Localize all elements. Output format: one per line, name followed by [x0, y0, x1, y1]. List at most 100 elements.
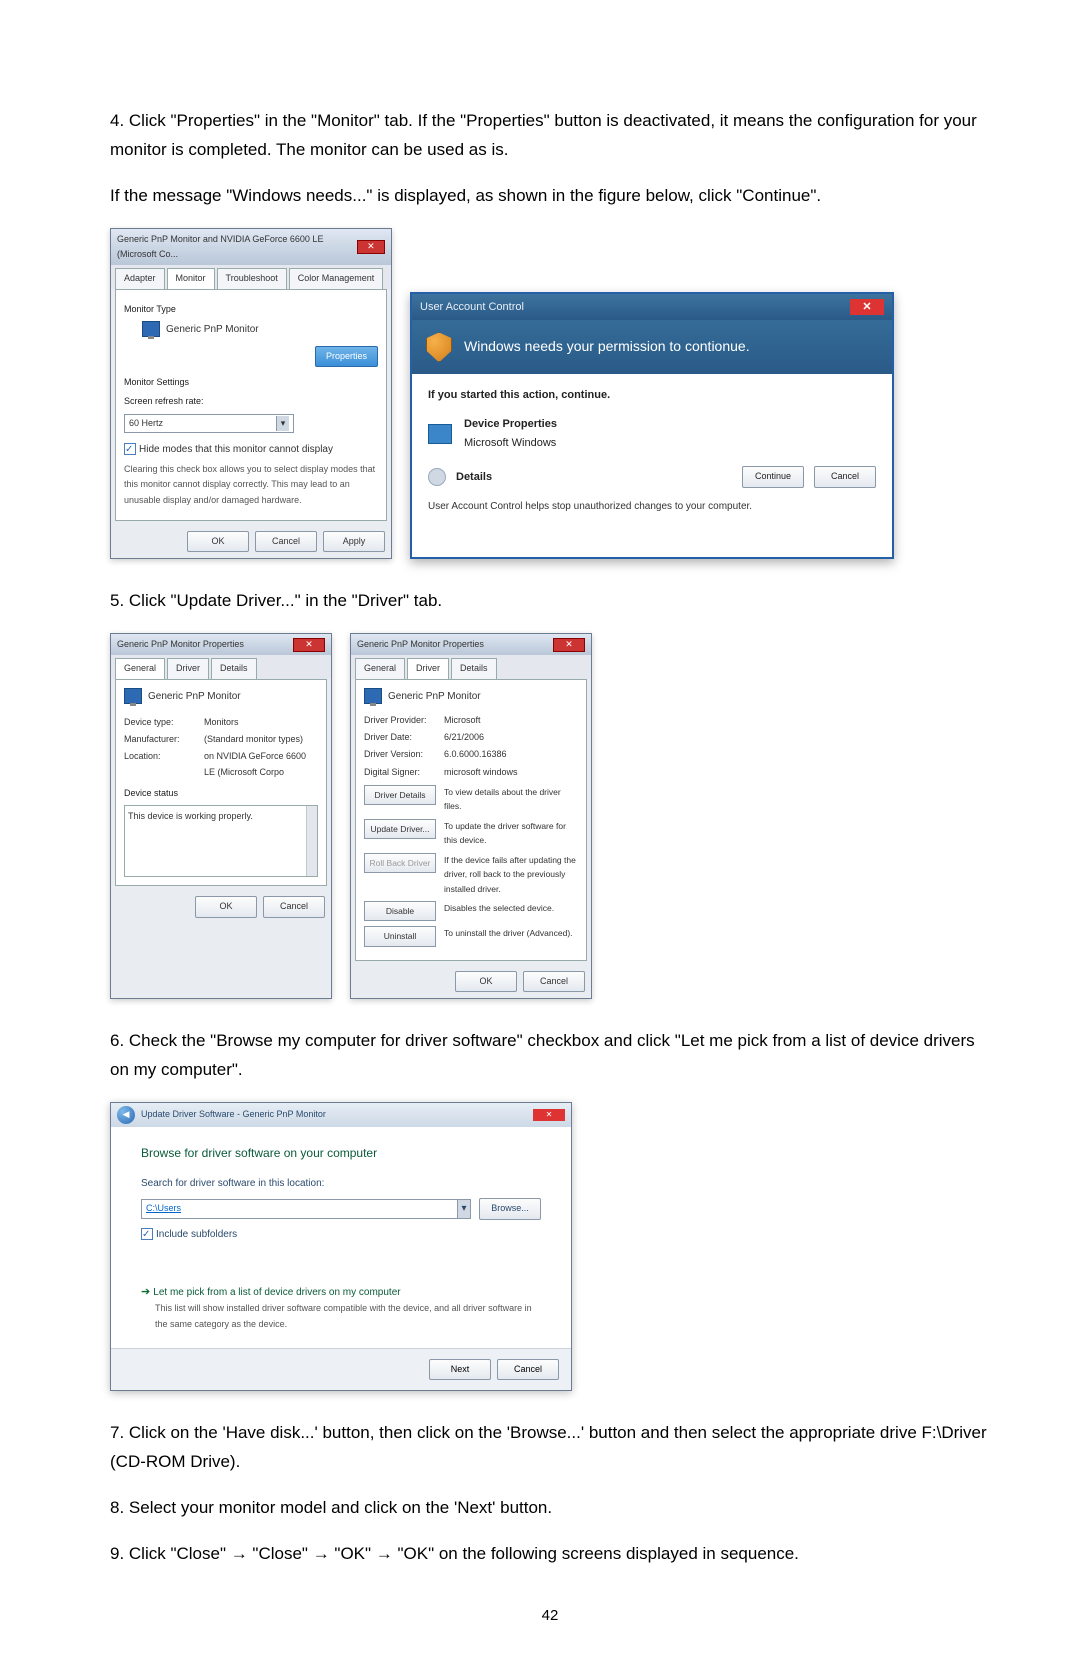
rollback-driver-button: Roll Back Driver	[364, 853, 436, 873]
details-chevron-icon[interactable]	[428, 468, 446, 486]
hide-modes-desc: Clearing this check box allows you to se…	[124, 462, 378, 508]
driver-provider-value: Microsoft	[444, 713, 481, 728]
window-title: Generic PnP Monitor Properties	[357, 637, 484, 652]
dialog-footer: OK Cancel	[111, 890, 331, 923]
properties-driver-dialog: Generic PnP Monitor Properties ✕ General…	[350, 633, 592, 999]
refresh-rate-label: Screen refresh rate:	[124, 394, 378, 409]
driver-details-desc: To view details about the driver files.	[444, 785, 578, 814]
apply-button[interactable]: Apply	[323, 531, 385, 552]
close-icon[interactable]: ✕	[533, 1109, 565, 1121]
back-icon[interactable]: ◀	[117, 1106, 135, 1124]
digital-signer-label: Digital Signer:	[364, 765, 434, 780]
device-status-box: This device is working properly.	[124, 805, 318, 877]
uac-title: User Account Control	[420, 298, 524, 317]
refresh-rate-dropdown[interactable]: 60 Hertz ▾	[124, 414, 294, 433]
cancel-button[interactable]: Cancel	[255, 531, 317, 552]
driver-details-button[interactable]: Driver Details	[364, 785, 436, 805]
disable-button[interactable]: Disable	[364, 901, 436, 921]
let-me-pick-label: Let me pick from a list of device driver…	[153, 1287, 400, 1298]
device-status-label: Device status	[124, 786, 318, 801]
path-value: C:\Users	[142, 1200, 457, 1217]
titlebar: Generic PnP Monitor and NVIDIA GeForce 6…	[111, 229, 391, 266]
close-icon[interactable]: ✕	[553, 638, 585, 652]
digital-signer-value: microsoft windows	[444, 765, 518, 780]
tab-general[interactable]: General	[115, 658, 165, 678]
figure-step-4: Generic PnP Monitor and NVIDIA GeForce 6…	[110, 228, 990, 560]
ok-button[interactable]: OK	[455, 971, 517, 992]
monitor-icon	[142, 321, 160, 337]
shield-icon	[426, 332, 452, 362]
monitor-settings-label: Monitor Settings	[124, 375, 378, 390]
tab-driver[interactable]: Driver	[407, 658, 449, 678]
uac-started-text: If you started this action, continue.	[428, 386, 876, 405]
scrollbar[interactable]	[306, 806, 317, 876]
include-subfolders-checkbox[interactable]	[141, 1228, 153, 1240]
wizard-footer: Next Cancel	[111, 1348, 571, 1390]
figure-step-5: Generic PnP Monitor Properties ✕ General…	[110, 633, 990, 999]
uac-item-vendor: Microsoft Windows	[464, 434, 557, 453]
tab-color-management[interactable]: Color Management	[289, 268, 384, 288]
include-subfolders-label: Include subfolders	[156, 1229, 237, 1240]
tab-monitor[interactable]: Monitor	[167, 268, 215, 288]
driver-date-value: 6/21/2006	[444, 730, 484, 745]
uac-dialog: User Account Control ✕ Windows needs you…	[410, 292, 894, 560]
properties-button[interactable]: Properties	[315, 346, 378, 367]
dialog-footer: OK Cancel Apply	[111, 525, 391, 558]
tab-troubleshoot[interactable]: Troubleshoot	[217, 268, 287, 288]
close-icon[interactable]: ✕	[850, 299, 884, 315]
let-me-pick-link[interactable]: ➔ Let me pick from a list of device driv…	[141, 1283, 541, 1332]
browse-button[interactable]: Browse...	[479, 1198, 541, 1219]
tab-details[interactable]: Details	[211, 658, 257, 678]
hide-modes-checkbox[interactable]	[124, 443, 136, 455]
titlebar: Generic PnP Monitor Properties ✕	[111, 634, 331, 655]
step-6-text: 6. Check the "Browse my computer for dri…	[110, 1027, 990, 1085]
tab-driver[interactable]: Driver	[167, 658, 209, 678]
driver-panel: Generic PnP Monitor Driver Provider:Micr…	[355, 679, 587, 961]
chevron-down-icon: ▾	[457, 1200, 470, 1217]
uac-footer-text: User Account Control helps stop unauthor…	[428, 498, 876, 515]
uninstall-desc: To uninstall the driver (Advanced).	[444, 926, 578, 940]
program-icon	[428, 424, 452, 444]
window-title: Generic PnP Monitor Properties	[117, 637, 244, 652]
uninstall-button[interactable]: Uninstall	[364, 926, 436, 946]
device-name: Generic PnP Monitor	[148, 691, 241, 702]
general-panel: Generic PnP Monitor Device type:Monitors…	[115, 679, 327, 886]
update-driver-button[interactable]: Update Driver...	[364, 819, 436, 839]
update-driver-desc: To update the driver software for this d…	[444, 819, 578, 848]
monitor-properties-dialog: Generic PnP Monitor and NVIDIA GeForce 6…	[110, 228, 392, 560]
details-label[interactable]: Details	[456, 468, 492, 487]
tab-bar: General Driver Details	[111, 655, 331, 678]
window-title: Generic PnP Monitor and NVIDIA GeForce 6…	[117, 232, 353, 263]
ok-button[interactable]: OK	[187, 531, 249, 552]
path-dropdown[interactable]: C:\Users▾	[141, 1199, 471, 1218]
wizard-header: ◀ Update Driver Software - Generic PnP M…	[111, 1103, 571, 1127]
close-icon[interactable]: ✕	[293, 638, 325, 652]
wizard-heading: Browse for driver software on your compu…	[141, 1143, 541, 1163]
disable-desc: Disables the selected device.	[444, 901, 578, 915]
cancel-button[interactable]: Cancel	[263, 896, 325, 917]
ok-button[interactable]: OK	[195, 896, 257, 917]
cancel-button[interactable]: Cancel	[497, 1359, 559, 1380]
uac-item-title: Device Properties	[464, 415, 557, 434]
driver-version-label: Driver Version:	[364, 747, 434, 762]
step-4-text-a: 4. Click "Properties" in the "Monitor" t…	[110, 107, 990, 165]
continue-button[interactable]: Continue	[742, 466, 804, 487]
device-type-value: Monitors	[204, 715, 239, 730]
chevron-down-icon: ▾	[276, 416, 289, 431]
monitor-name: Generic PnP Monitor	[166, 324, 259, 335]
update-driver-wizard: ◀ Update Driver Software - Generic PnP M…	[110, 1102, 572, 1391]
close-icon[interactable]: ✕	[357, 240, 385, 254]
step-7-text: 7. Click on the 'Have disk...' button, t…	[110, 1419, 990, 1477]
refresh-rate-value: 60 Hertz	[129, 416, 163, 431]
tab-details[interactable]: Details	[451, 658, 497, 678]
driver-date-label: Driver Date:	[364, 730, 434, 745]
cancel-button[interactable]: Cancel	[814, 466, 876, 487]
tab-general[interactable]: General	[355, 658, 405, 678]
let-me-pick-desc: This list will show installed driver sof…	[155, 1301, 541, 1332]
rollback-driver-desc: If the device fails after updating the d…	[444, 853, 578, 896]
page-number: 42	[110, 1603, 990, 1629]
tab-adapter[interactable]: Adapter	[115, 268, 165, 288]
cancel-button[interactable]: Cancel	[523, 971, 585, 992]
next-button[interactable]: Next	[429, 1359, 491, 1380]
location-label: Location:	[124, 749, 194, 780]
